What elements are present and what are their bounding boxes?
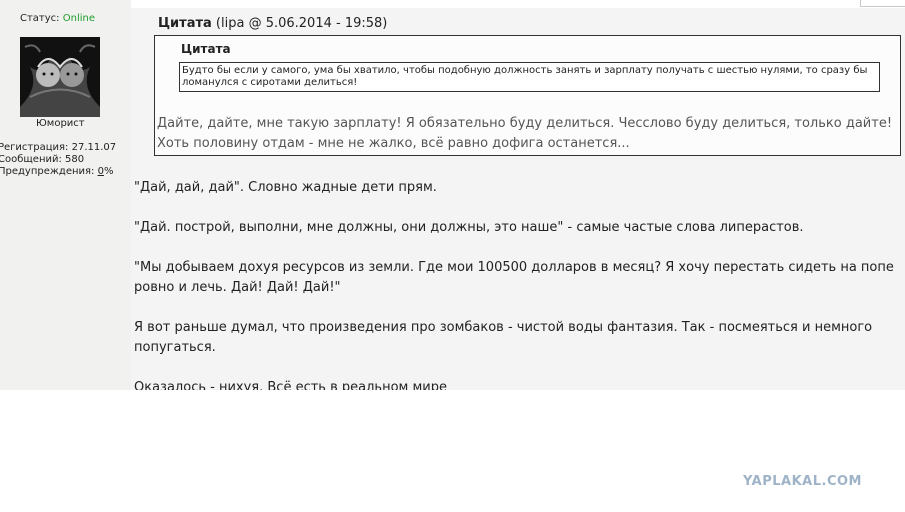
site-watermark: YAPLAKAL.COM bbox=[743, 474, 862, 489]
status-line: Статус: Online bbox=[20, 13, 95, 24]
user-title: Юморист bbox=[36, 118, 85, 129]
registration-date: Регистрация: 27.11.07 bbox=[0, 142, 117, 153]
status-label: Статус: bbox=[20, 13, 60, 24]
quote-meta: (lipa @ 5.06.2014 - 19:58) bbox=[211, 16, 388, 31]
post-body: Цитата (lipa @ 5.06.2014 - 19:58) Цитата… bbox=[131, 8, 905, 390]
top-scroll-box bbox=[860, 0, 905, 7]
post-paragraph: "Дай. построй, выполни, мне должны, они … bbox=[134, 220, 804, 235]
warnings-label: Предупреждения: bbox=[0, 166, 98, 177]
warnings-suffix: % bbox=[103, 166, 114, 177]
post-paragraph: Я вот раньше думал, что произведения про… bbox=[134, 320, 873, 355]
inner-quote-title: Цитата bbox=[181, 42, 231, 56]
avatar[interactable] bbox=[20, 37, 100, 117]
outer-quote-text: Дайте, дайте, мне такую зарплату! Я обяз… bbox=[157, 116, 893, 151]
quote-label: Цитата bbox=[158, 16, 212, 31]
post-text: "Дай, дай, дай". Словно жадные дети прям… bbox=[134, 178, 894, 390]
post-paragraph: Оказалось - нихуя. Всё есть в реальном м… bbox=[134, 380, 447, 390]
post-paragraph: "Дай, дай, дай". Словно жадные дети прям… bbox=[134, 180, 437, 195]
warnings: Предупреждения: 0% bbox=[0, 166, 113, 178]
quote-header: Цитата (lipa @ 5.06.2014 - 19:58) bbox=[158, 16, 387, 31]
avatar-image bbox=[20, 37, 100, 117]
inner-quote-block: Будто бы если у самого, ума бы хватило, … bbox=[179, 62, 880, 92]
message-count: Сообщений: 580 bbox=[0, 154, 85, 165]
user-info-panel: Статус: Online Юморист Регистрация: 27.1… bbox=[0, 0, 131, 390]
post-paragraph: "Мы добываем дохуя ресурсов из земли. Гд… bbox=[134, 260, 894, 295]
status-value: Online bbox=[62, 13, 95, 24]
outer-quote-block: Цитата Будто бы если у самого, ума бы хв… bbox=[154, 35, 901, 156]
